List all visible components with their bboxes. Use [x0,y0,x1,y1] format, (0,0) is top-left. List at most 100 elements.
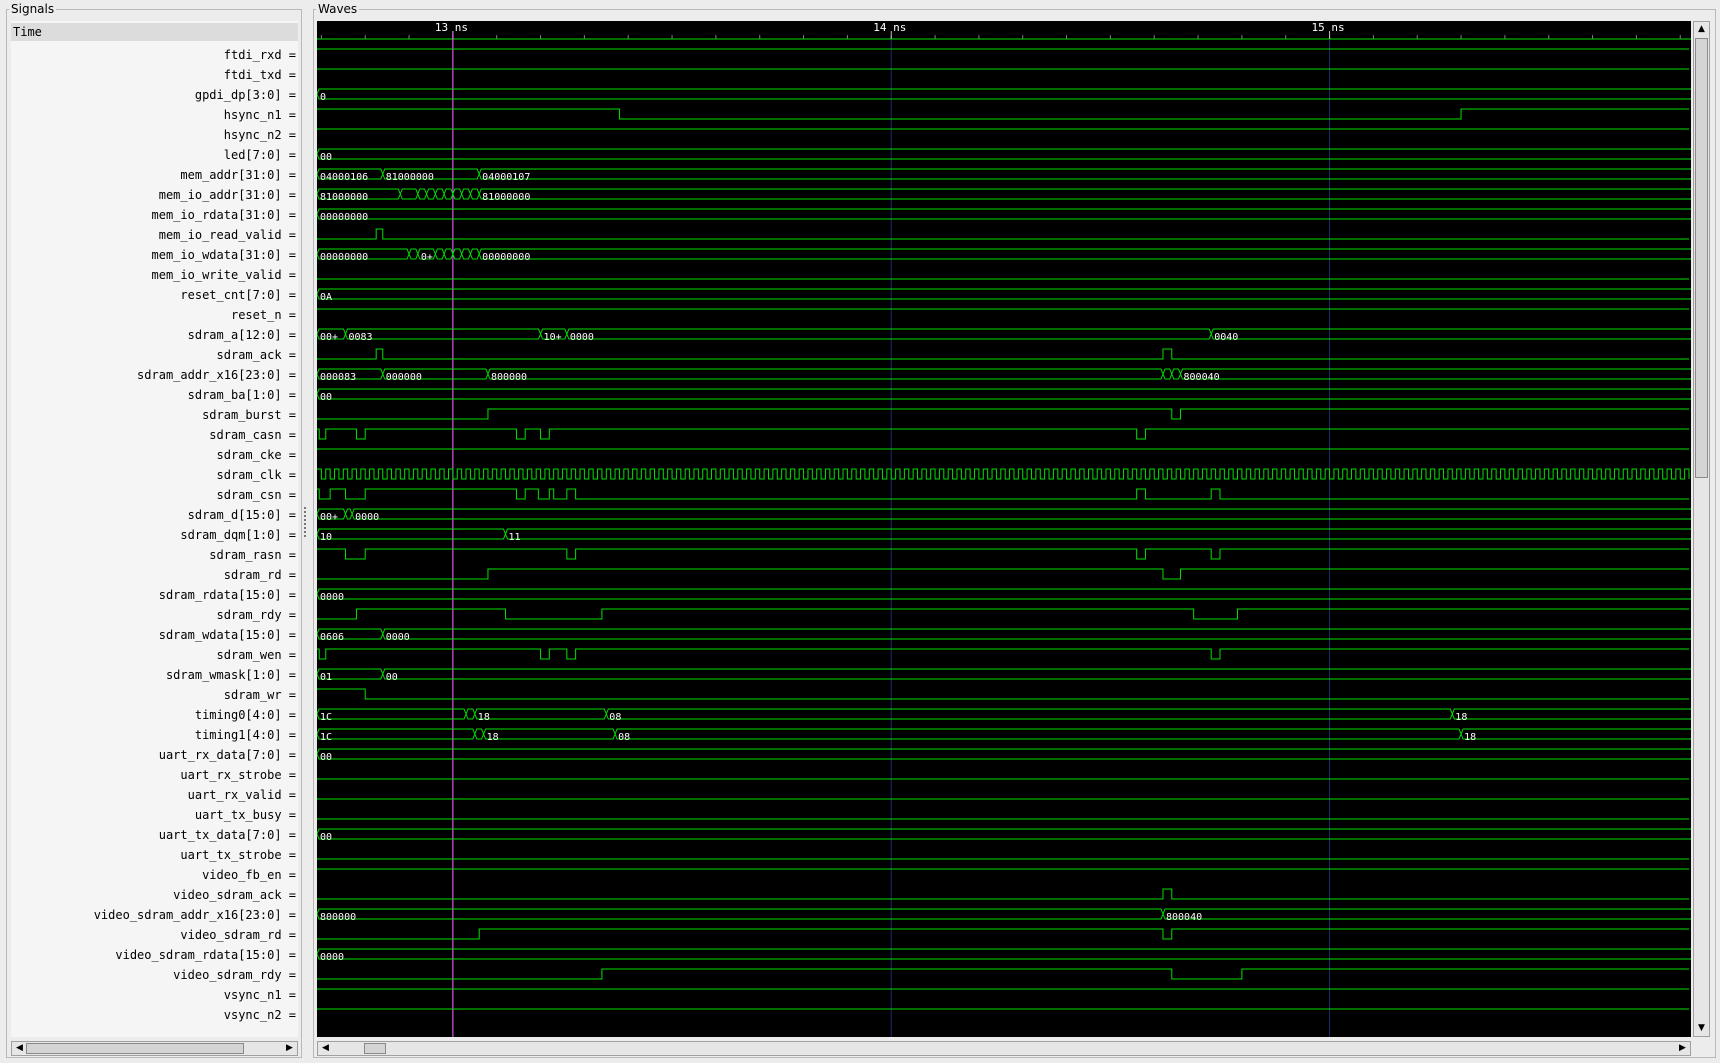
signal-trace [317,428,1689,440]
signal-name-row[interactable]: reset_n = [11,305,298,325]
signals-horizontal-scrollbar[interactable]: ◀ ▶ [11,1041,298,1056]
bus-value-label: 00000000 [320,212,368,223]
signal-name-row[interactable]: sdram_rdata[15:0] = [11,585,298,605]
signal-wave-row [317,108,1689,120]
signal-name-row[interactable]: sdram_dqm[1:0] = [11,525,298,545]
bus-value-label: 800000 [491,372,527,383]
waveform-canvas: 13 ns 14 ns 15 ns00004000106 81000000 040001… [317,21,1691,1037]
signal-name-list[interactable]: Time ftdi_rxd = ftdi_txd = gpdi_dp[3:0] = h… [11,21,298,1037]
bus-segment [452,248,463,260]
signal-trace [317,608,1689,620]
signal-name-row[interactable]: sdram_ba[1:0] = [11,385,298,405]
signal-name-row[interactable]: vsync_n2 = [11,1005,298,1025]
bus-segment [469,248,480,260]
signal-name-row[interactable]: sdram_ack = [11,345,298,365]
bus-segment [478,188,1691,200]
signal-name-row[interactable]: video_fb_en = [11,865,298,885]
signal-name-row[interactable]: uart_tx_data[7:0] = [11,825,298,845]
signal-name-row[interactable]: reset_cnt[7:0] = [11,285,298,305]
bus-segment [317,288,1691,300]
signal-name-row[interactable]: sdram_wen = [11,645,298,665]
bus-value-label: 04000106 [320,172,368,183]
signal-name-row[interactable]: sdram_cke = [11,445,298,465]
signal-name-row[interactable]: sdram_d[15:0] = [11,505,298,525]
signal-name-row[interactable]: hsync_n1 = [11,105,298,125]
bus-value-label: 00000000 [482,252,530,263]
signal-wave-row: 00+ 0083 10+ 0000 0040 [317,328,1691,343]
signal-name-row[interactable]: gpdi_dp[3:0] = [11,85,298,105]
signal-name-row[interactable]: sdram_wr = [11,685,298,705]
signal-name-row[interactable]: mem_io_rdata[31:0] = [11,205,298,225]
signal-wave-row [317,428,1689,440]
signal-name-row[interactable]: vsync_n1 = [11,985,298,1005]
bus-segment [443,248,454,260]
waves-horizontal-scrollbar[interactable]: ◀ ▶ [317,1041,1691,1056]
signal-name-row[interactable]: sdram_wdata[15:0] = [11,625,298,645]
bus-value-label: 00 [386,672,398,683]
signal-name-row[interactable]: timing0[4:0] = [11,705,298,725]
bus-segment [1180,368,1691,380]
signal-name-row[interactable]: sdram_a[12:0] = [11,325,298,345]
timeline-marker-label: 14 ns [873,21,906,34]
signal-name-row[interactable]: uart_rx_strobe = [11,765,298,785]
signal-wave-row: 0A [317,288,1691,303]
signal-name-row[interactable]: mem_io_wdata[31:0] = [11,245,298,265]
scroll-right-arrow-icon[interactable]: ▶ [1676,1042,1689,1055]
signal-name-row[interactable]: mem_io_write_valid = [11,265,298,285]
signal-name-row[interactable]: sdram_csn = [11,485,298,505]
signal-name-row[interactable]: sdram_rasn = [11,545,298,565]
bus-value-label: 0A [320,292,332,303]
signal-name-row[interactable]: video_sdram_ack = [11,885,298,905]
scroll-right-arrow-icon[interactable]: ▶ [283,1042,296,1055]
scroll-up-arrow-icon[interactable]: ▲ [1695,23,1708,36]
signal-wave-row [317,928,1689,940]
waveform-view[interactable]: 13 ns 14 ns 15 ns 0 00 04000106 81000000 040001… [317,21,1691,1037]
waves-scroll-thumb[interactable] [364,1043,386,1054]
signal-wave-row: 00 [317,388,1691,403]
scroll-left-arrow-icon[interactable]: ◀ [13,1042,26,1055]
signal-name-row[interactable]: uart_rx_data[7:0] = [11,745,298,765]
signal-name-row[interactable]: mem_addr[31:0] = [11,165,298,185]
scroll-left-arrow-icon[interactable]: ◀ [319,1042,332,1055]
pane-splitter-handle[interactable] [303,505,307,545]
scroll-down-arrow-icon[interactable]: ▼ [1695,1022,1708,1035]
signal-name-row[interactable]: ftdi_txd = [11,65,298,85]
bus-segment [317,948,1691,960]
signal-wave-row: 000083 000000 800000 800040 [317,368,1691,383]
bus-segment [1460,728,1691,740]
signal-name-row[interactable]: video_sdram_rdata[15:0] = [11,945,298,965]
signal-name-row[interactable]: sdram_casn = [11,425,298,445]
signal-name-row[interactable]: sdram_burst = [11,405,298,425]
signal-name-row[interactable]: sdram_rdy = [11,605,298,625]
signals-scroll-thumb[interactable] [26,1043,244,1054]
signal-name-row[interactable]: sdram_clk = [11,465,298,485]
signal-name-row[interactable]: uart_rx_valid = [11,785,298,805]
signal-name-row[interactable]: video_sdram_rdy = [11,965,298,985]
waves-vscroll-thumb[interactable] [1695,38,1708,478]
signal-name-row[interactable]: sdram_rd = [11,565,298,585]
signal-name-row[interactable]: uart_tx_strobe = [11,845,298,865]
bus-segment [1210,328,1691,340]
waves-pane-title: Waves [316,2,360,16]
waves-vertical-scrollbar[interactable]: ▲ ▼ [1693,21,1710,1037]
signal-name-row[interactable]: sdram_wmask[1:0] = [11,665,298,685]
signal-name-row[interactable]: ftdi_rxd = [11,45,298,65]
signal-name-row[interactable]: sdram_addr_x16[23:0] = [11,365,298,385]
bus-segment [483,728,616,740]
signal-name-row[interactable]: led[7:0] = [11,145,298,165]
signal-trace [317,408,1689,420]
signal-name-row[interactable]: video_sdram_addr_x16[23:0] = [11,905,298,925]
bus-value-label: 08 [618,732,630,743]
bus-segment [478,248,1691,260]
bus-segment [317,208,1691,220]
signal-name-row[interactable]: video_sdram_rd = [11,925,298,945]
signal-trace [317,108,1689,120]
signal-name-row[interactable]: uart_tx_busy = [11,805,298,825]
signal-wave-row [317,488,1689,500]
signal-name-row[interactable]: timing1[4:0] = [11,725,298,745]
signal-name-row[interactable]: mem_io_addr[31:0] = [11,185,298,205]
signal-name-row[interactable]: hsync_n2 = [11,125,298,145]
signal-name-row[interactable]: mem_io_read_valid = [11,225,298,245]
bus-segment [345,508,353,520]
bus-segment [408,248,419,260]
